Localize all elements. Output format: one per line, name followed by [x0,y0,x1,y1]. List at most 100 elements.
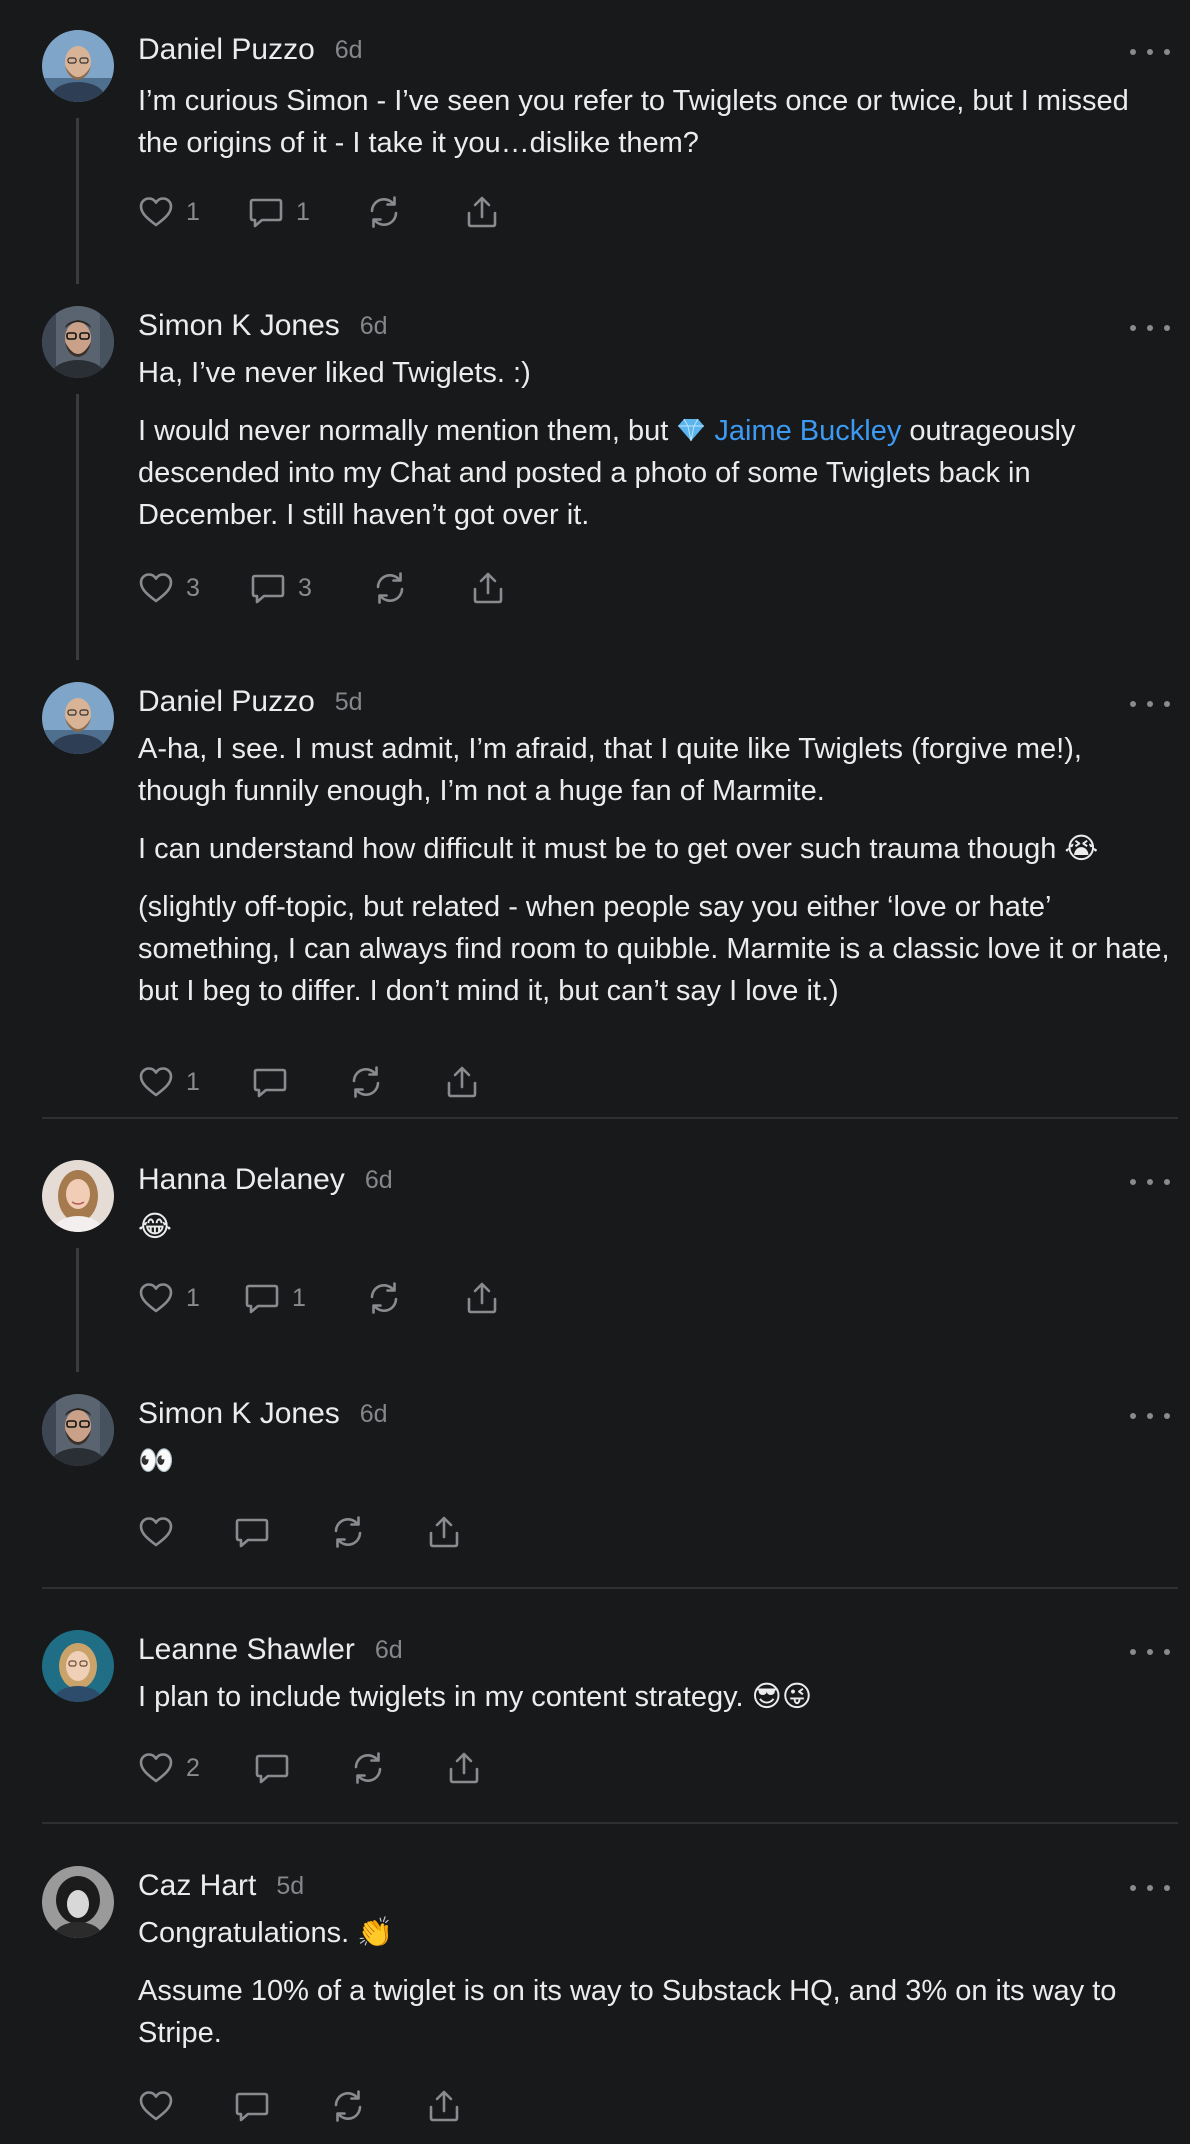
comment-button[interactable] [234,2084,330,2128]
avatar[interactable] [42,682,114,754]
comment-header: Simon K Jones 6d [138,304,388,348]
avatar[interactable] [42,1866,114,1938]
restack-icon [372,570,408,606]
share-button[interactable] [464,1276,500,1320]
comment-header: Simon K Jones 6d [138,1392,388,1436]
restack-icon [330,1514,366,1550]
comment-button[interactable] [234,1510,330,1554]
comment-button[interactable] [254,1746,350,1790]
more-icon[interactable] [1130,690,1170,718]
action-bar: 1 1 [138,190,500,234]
like-button[interactable]: 1 [138,1276,244,1320]
more-icon[interactable] [1130,1168,1170,1196]
comment-button[interactable]: 1 [248,190,366,234]
comment-body: 👀 [138,1440,1173,1482]
diamond-icon [676,414,706,444]
timestamp[interactable]: 6d [375,1636,403,1665]
timestamp[interactable]: 5d [276,1872,304,1901]
like-button[interactable]: 2 [138,1746,254,1790]
comment-button[interactable]: 3 [250,566,372,610]
timestamp[interactable]: 6d [335,36,363,65]
comment-icon [248,194,284,230]
comment-body: Ha, I’ve never liked Twiglets. :) I woul… [138,352,1173,536]
restack-button[interactable] [366,190,464,234]
more-icon[interactable] [1130,1874,1170,1902]
more-icon[interactable] [1130,1402,1170,1430]
comment-count: 1 [292,1283,306,1312]
share-icon [426,1514,462,1550]
avatar[interactable] [42,30,114,102]
share-icon [464,194,500,230]
restack-button[interactable] [366,1276,464,1320]
restack-icon [366,194,402,230]
like-button[interactable]: 1 [138,190,248,234]
comment-text: Ha, I’ve never liked Twiglets. :) [138,357,531,389]
like-button[interactable]: 1 [138,1060,252,1104]
comment-count: 1 [296,197,310,226]
share-icon [446,1750,482,1786]
comment-button[interactable] [252,1060,348,1104]
heart-icon [138,1280,174,1316]
timestamp[interactable]: 6d [360,1400,388,1429]
share-button[interactable] [444,1060,480,1104]
restack-icon [366,1280,402,1316]
comment-button[interactable]: 1 [244,1276,366,1320]
restack-button[interactable] [330,2084,426,2128]
author-name[interactable]: Daniel Puzzo [138,685,315,719]
share-button[interactable] [446,1746,482,1790]
author-name[interactable]: Daniel Puzzo [138,33,315,67]
like-button[interactable] [138,1510,234,1554]
comment-icon [250,570,286,606]
comment-icon [254,1750,290,1786]
heart-icon [138,1750,174,1786]
avatar[interactable] [42,1630,114,1702]
restack-icon [350,1750,386,1786]
more-icon[interactable] [1130,38,1170,66]
share-icon [470,570,506,606]
avatar[interactable] [42,1394,114,1466]
more-icon[interactable] [1130,1638,1170,1666]
author-name[interactable]: Leanne Shawler [138,1633,355,1667]
timestamp[interactable]: 5d [335,688,363,717]
share-button[interactable] [470,566,506,610]
mention-link[interactable]: Jaime Buckley [714,415,901,447]
comment-text: I’m curious Simon - I’ve seen you refer … [138,85,1129,159]
author-name[interactable]: Hanna Delaney [138,1163,345,1197]
restack-button[interactable] [372,566,470,610]
author-name[interactable]: Simon K Jones [138,1397,340,1431]
avatar[interactable] [42,306,114,378]
comment-text: I would never normally mention them, but… [138,410,1173,536]
heart-icon [138,2088,174,2124]
heart-icon [138,1064,174,1100]
heart-icon [138,570,174,606]
author-name[interactable]: Simon K Jones [138,309,340,343]
comment-feed: Daniel Puzzo 6d I’m curious Simon - I’ve… [0,0,1190,2144]
comment-body: I’m curious Simon - I’ve seen you refer … [138,80,1173,164]
like-button[interactable]: 3 [138,566,250,610]
comment-text: I can understand how difficult it must b… [138,833,1099,865]
restack-button[interactable] [350,1746,446,1790]
comment-header: Hanna Delaney 6d [138,1158,393,1202]
action-bar: 2 [138,1746,482,1790]
divider [42,1587,1178,1589]
share-button[interactable] [426,2084,462,2128]
share-icon [444,1064,480,1100]
timestamp[interactable]: 6d [360,312,388,341]
avatar[interactable] [42,1160,114,1232]
share-button[interactable] [464,190,500,234]
comment-header: Daniel Puzzo 6d [138,28,363,72]
heart-icon [138,194,174,230]
action-bar: 1 1 [138,1276,500,1320]
comment-body: A-ha, I see. I must admit, I’m afraid, t… [138,728,1173,1012]
restack-button[interactable] [330,1510,426,1554]
restack-button[interactable] [348,1060,444,1104]
thread-line [76,118,79,284]
timestamp[interactable]: 6d [365,1166,393,1195]
author-name[interactable]: Caz Hart [138,1869,256,1903]
share-button[interactable] [426,1510,462,1554]
more-icon[interactable] [1130,314,1170,342]
like-button[interactable] [138,2084,234,2128]
like-count: 1 [186,197,200,226]
comment-header: Daniel Puzzo 5d [138,680,363,724]
action-bar: 1 [138,1060,480,1104]
